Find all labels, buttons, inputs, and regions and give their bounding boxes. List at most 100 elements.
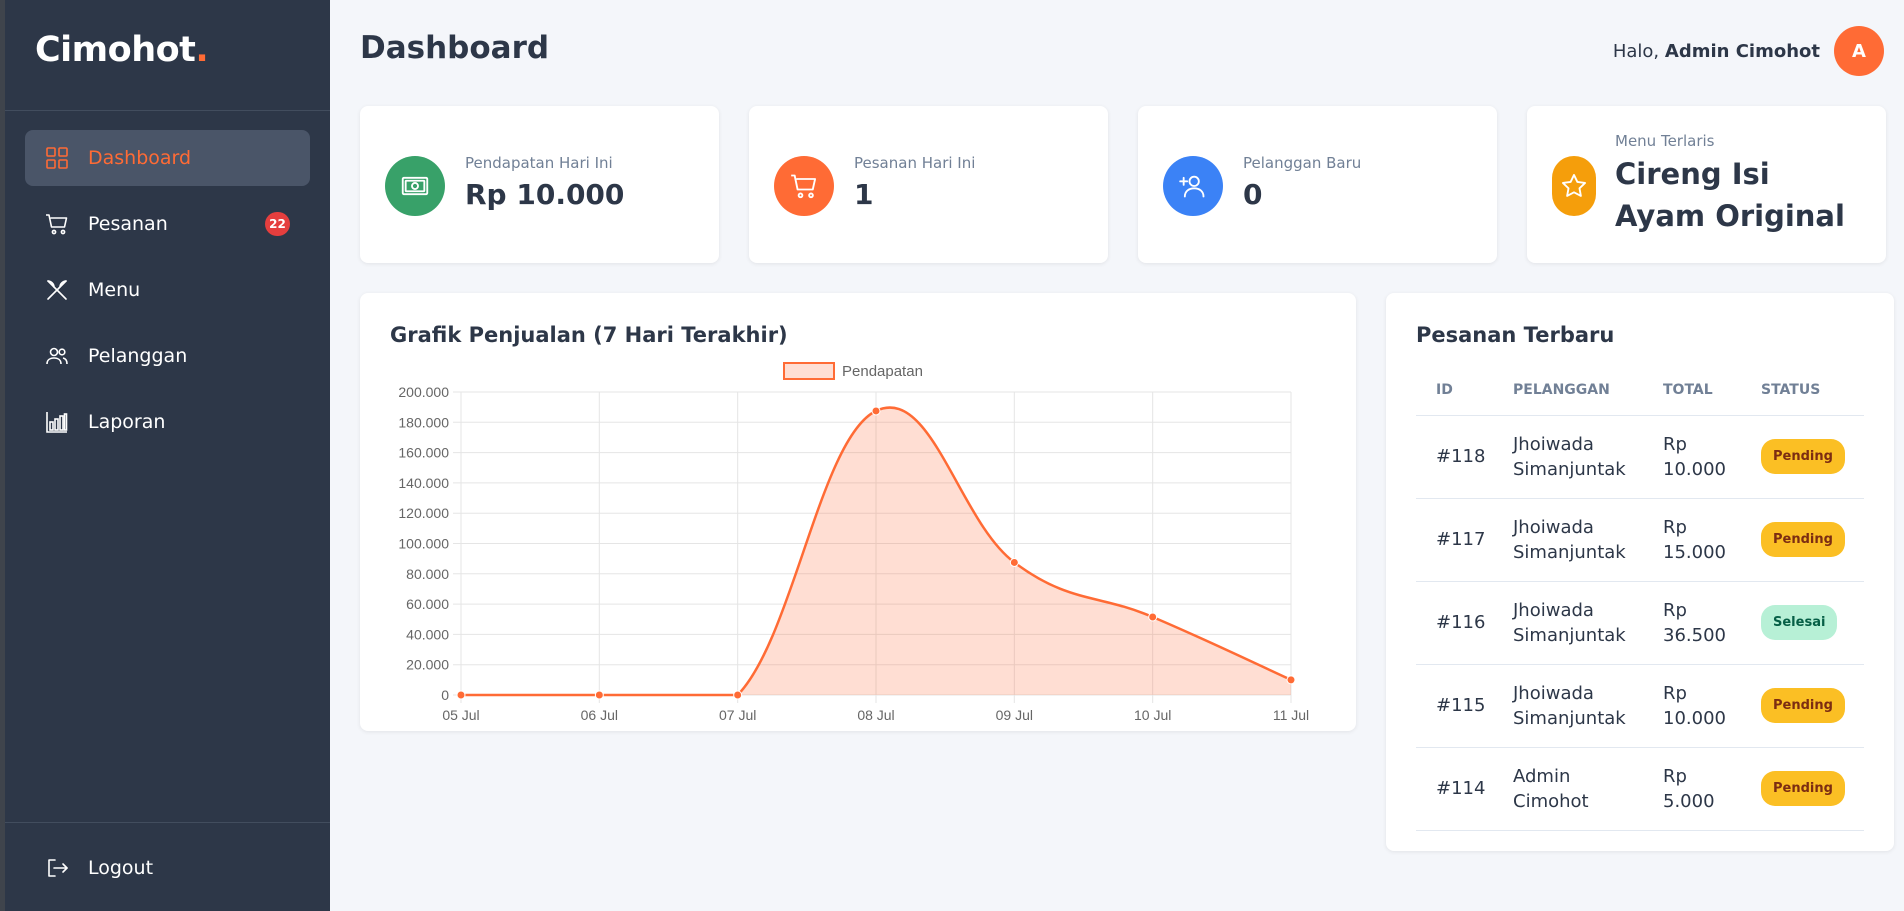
order-customer: Jhoiwada Simanjuntak	[1493, 581, 1643, 665]
customer-last: Cimohot	[1513, 790, 1589, 812]
stat-card-top-menu: Menu Terlaris Cireng Isi Ayam Original	[1527, 106, 1886, 263]
main-content: Dashboard Halo, Admin Cimohot A Pendapat…	[330, 0, 1904, 911]
table-row[interactable]: #118 Jhoiwada Simanjuntak Rp 10.000 Pendin…	[1416, 415, 1864, 499]
stat-label: Menu Terlaris	[1615, 132, 1715, 150]
sidebar-item-pesanan[interactable]: Pesanan 22	[25, 196, 310, 252]
sales-line-chart: 0 20.000 40.000 60.000 80.000 100.000 120.000 1…	[398, 362, 1309, 723]
page-title: Dashboard	[360, 30, 550, 66]
stat-value: Cireng Isi Ayam Original	[1615, 157, 1845, 233]
data-point	[594, 690, 604, 700]
series-area	[461, 407, 1291, 695]
cart-icon	[45, 212, 69, 236]
orders-title: Pesanan Terbaru	[1416, 323, 1615, 347]
y-tick-label: 20.000	[406, 657, 449, 673]
y-tick-label: 80.000	[406, 566, 449, 582]
sidebar-divider-bottom	[5, 822, 330, 823]
data-point	[1148, 612, 1158, 622]
brand-dot: .	[195, 30, 209, 70]
x-tick-label: 08 Jul	[857, 707, 894, 723]
total-value: 36.500	[1663, 624, 1726, 646]
customer-first: Jhoiwada	[1513, 599, 1594, 621]
stat-value: 0	[1243, 178, 1263, 211]
data-point	[733, 690, 743, 700]
sidebar-item-label: Menu	[88, 279, 141, 301]
customer-last: Simanjuntak	[1513, 541, 1626, 563]
sidebar-item-label: Dashboard	[88, 147, 192, 169]
stat-value: 1	[854, 178, 874, 211]
stat-card-revenue: Pendapatan Hari Ini Rp 10.000	[360, 106, 719, 263]
status-badge: Pending	[1761, 439, 1845, 474]
sidebar-item-pelanggan[interactable]: Pelanggan	[25, 328, 310, 384]
x-tick-label: 10 Jul	[1134, 707, 1171, 723]
y-tick-label: 180.000	[398, 414, 449, 430]
total-value: 10.000	[1663, 707, 1726, 729]
sidebar-item-laporan[interactable]: Laporan	[25, 394, 310, 450]
status-badge: Pending	[1761, 688, 1845, 723]
customer-first: Jhoiwada	[1513, 682, 1594, 704]
order-customer: Jhoiwada Simanjuntak	[1493, 664, 1643, 748]
customer-last: Simanjuntak	[1513, 458, 1626, 480]
y-tick-label: 60.000	[406, 596, 449, 612]
money-icon	[385, 156, 445, 216]
sidebar-item-menu[interactable]: Menu	[25, 262, 310, 318]
order-total: Rp 36.500	[1643, 581, 1741, 665]
order-id: #115	[1416, 664, 1493, 748]
logout-label: Logout	[88, 857, 154, 879]
sidebar: Cimohot. Dashboard Pesanan 22 Menu Pelan…	[5, 0, 330, 911]
brand-logo[interactable]: Cimohot.	[35, 30, 209, 70]
legend-label: Pendapatan	[842, 363, 923, 380]
table-row[interactable]: #114 Admin Cimohot Rp 5.000 Pending	[1416, 747, 1864, 831]
sidebar-nav: Dashboard Pesanan 22 Menu Pelanggan Lapo…	[25, 130, 310, 460]
total-value: 15.000	[1663, 541, 1726, 563]
stat-card-orders: Pesanan Hari Ini 1	[749, 106, 1108, 263]
x-tick-label: 11 Jul	[1273, 707, 1309, 723]
order-status: Selesai	[1741, 581, 1864, 665]
order-total: Rp 15.000	[1643, 498, 1741, 582]
order-id: #117	[1416, 498, 1493, 582]
sidebar-item-dashboard[interactable]: Dashboard	[25, 130, 310, 186]
customer-last: Simanjuntak	[1513, 624, 1626, 646]
order-total: Rp 5.000	[1643, 747, 1741, 831]
y-tick-label: 160.000	[398, 445, 449, 461]
column-header-total: TOTAL	[1643, 365, 1741, 416]
customer-first: Admin	[1513, 765, 1571, 787]
sidebar-divider-top	[5, 110, 330, 111]
table-row[interactable]: #115 Jhoiwada Simanjuntak Rp 10.000 Pendin…	[1416, 664, 1864, 748]
sales-chart-card: Grafik Penjualan (7 Hari Terakhir) 0 20.0…	[360, 293, 1356, 731]
x-tick-label: 09 Jul	[996, 707, 1033, 723]
order-status: Pending	[1741, 415, 1864, 499]
order-id: #118	[1416, 415, 1493, 499]
bar-chart-icon	[45, 410, 69, 434]
total-prefix: Rp	[1663, 516, 1687, 538]
logout-icon	[45, 856, 69, 880]
y-tick-label: 100.000	[398, 536, 449, 552]
legend-swatch	[783, 362, 835, 380]
avatar[interactable]: A	[1834, 26, 1884, 76]
customer-first: Jhoiwada	[1513, 433, 1594, 455]
table-row[interactable]: #117 Jhoiwada Simanjuntak Rp 15.000 Pendin…	[1416, 498, 1864, 582]
y-tick-label: 40.000	[406, 626, 449, 642]
column-header-customer: PELANGGAN	[1493, 365, 1643, 416]
stat-card-new-customers: Pelanggan Baru 0	[1138, 106, 1497, 263]
user-area: Halo, Admin Cimohot A	[1613, 26, 1884, 76]
total-prefix: Rp	[1663, 765, 1687, 787]
order-customer: Admin Cimohot	[1493, 747, 1643, 831]
sidebar-item-label: Laporan	[88, 411, 166, 433]
users-icon	[45, 344, 69, 368]
stat-label: Pesanan Hari Ini	[854, 154, 976, 172]
table-row[interactable]: #116 Jhoiwada Simanjuntak Rp 36.500 Selesa…	[1416, 581, 1864, 665]
logout-button[interactable]: Logout	[45, 856, 153, 880]
status-badge: Pending	[1761, 771, 1845, 806]
y-tick-label: 0	[441, 687, 449, 703]
x-tick-label: 05 Jul	[442, 707, 479, 723]
orders-table: ID PELANGGAN TOTAL STATUS #118 Jhoiwada S…	[1416, 365, 1864, 831]
customer-last: Simanjuntak	[1513, 707, 1626, 729]
recent-orders-card: Pesanan Terbaru ID PELANGGAN TOTAL STATU…	[1386, 293, 1894, 851]
stat-label: Pelanggan Baru	[1243, 154, 1362, 172]
sidebar-item-label: Pesanan	[88, 213, 168, 235]
utensils-icon	[45, 278, 69, 302]
status-badge: Selesai	[1761, 605, 1838, 640]
pesanan-count-badge: 22	[265, 212, 290, 236]
total-value: 10.000	[1663, 458, 1726, 480]
total-prefix: Rp	[1663, 599, 1687, 621]
